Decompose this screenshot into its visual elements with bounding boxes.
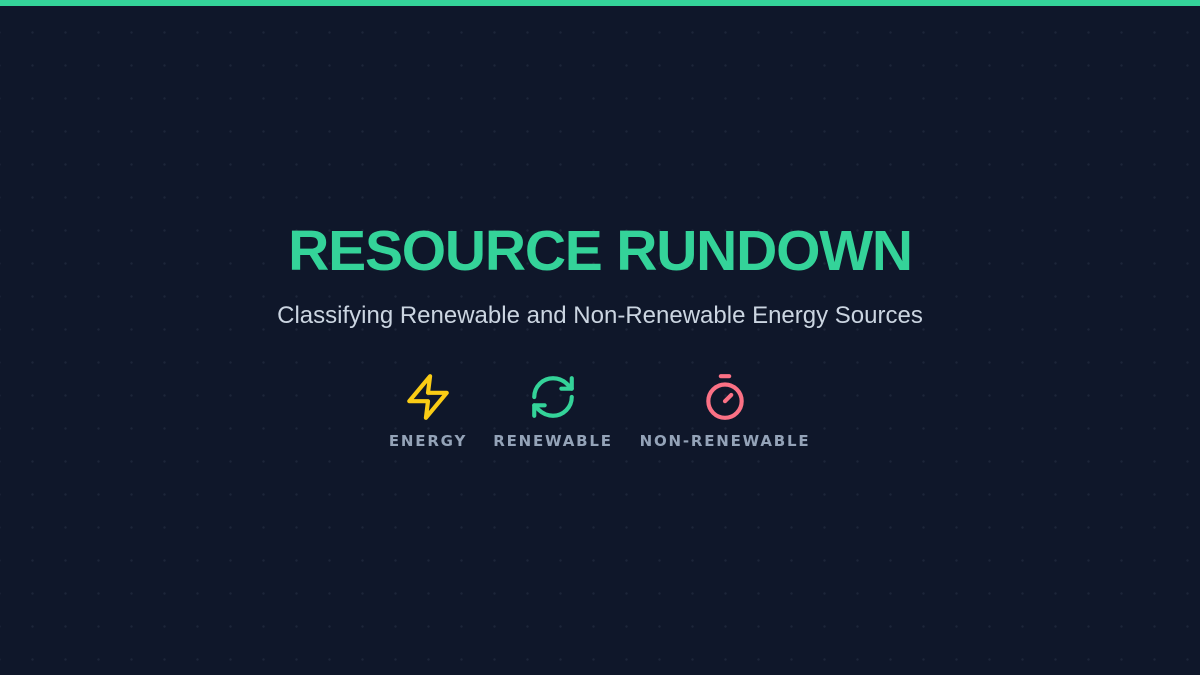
- top-accent-bar: [0, 0, 1200, 6]
- badge-renewable: RENEWABLE: [492, 372, 614, 450]
- badge-label-energy: ENERGY: [388, 432, 468, 450]
- page-title: RESOURCE RUNDOWN: [288, 219, 913, 283]
- badge-non-renewable: NON-RENEWABLE: [638, 372, 812, 450]
- badge-label-non-renewable: NON-RENEWABLE: [639, 432, 811, 450]
- badge-label-renewable: RENEWABLE: [493, 432, 613, 450]
- timer-icon: [700, 372, 750, 422]
- badge-energy: ENERGY: [388, 372, 468, 450]
- lightning-bolt-icon: [403, 372, 453, 422]
- page-subtitle: Classifying Renewable and Non-Renewable …: [277, 302, 923, 329]
- refresh-cycle-icon: [528, 372, 578, 422]
